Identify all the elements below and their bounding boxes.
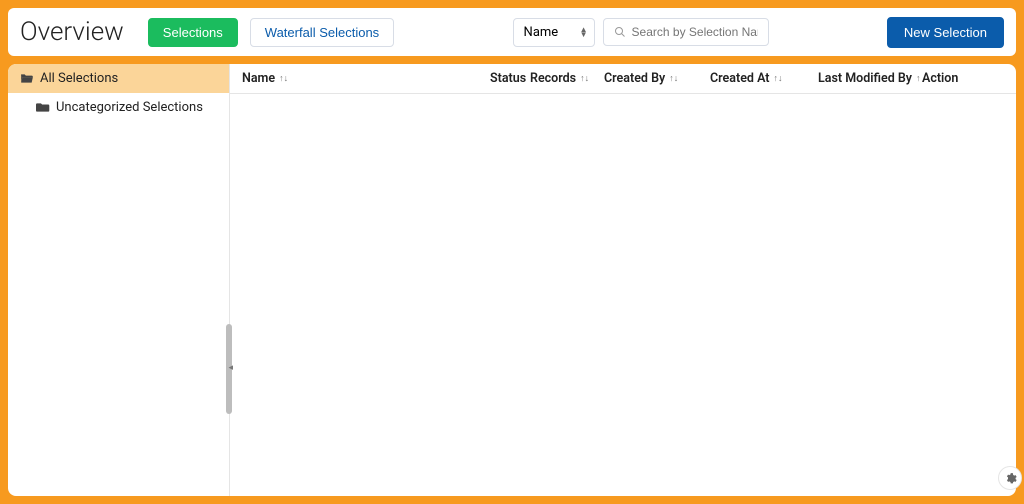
new-selection-button[interactable]: New Selection [887, 17, 1004, 48]
sort-icon: ↑ [916, 73, 921, 84]
sort-icon: ↑↓ [279, 73, 288, 84]
column-header-last-modified-by[interactable]: Last Modified By ↑ [818, 71, 922, 86]
sidebar-item-all-selections[interactable]: All Selections [8, 64, 229, 93]
page-title: Overview [20, 17, 124, 47]
select-arrows-icon: ▲▼ [580, 27, 588, 37]
filter-select-value: Name [524, 25, 559, 40]
column-label: Name [242, 71, 275, 86]
main-panel: All Selections Uncategorized Selections … [8, 64, 1016, 496]
sort-icon: ↑↓ [580, 73, 589, 84]
search-icon [614, 26, 626, 38]
content-area: Name ↑↓ Status Records ↑↓ Created By ↑↓ … [230, 64, 1016, 496]
filter-and-search-group: Name ▲▼ [513, 18, 769, 47]
sidebar: All Selections Uncategorized Selections … [8, 64, 230, 496]
filter-field-select[interactable]: Name ▲▼ [513, 18, 595, 47]
column-label: Created By [604, 71, 665, 86]
search-input-wrap[interactable] [603, 18, 769, 46]
folder-open-icon [20, 73, 34, 84]
sidebar-item-label: All Selections [40, 71, 118, 86]
column-header-created-by[interactable]: Created By ↑↓ [604, 71, 710, 86]
column-label: Action [922, 71, 958, 86]
column-label: Last Modified By [818, 71, 912, 86]
sort-icon: ↑↓ [774, 73, 783, 84]
sidebar-resize-handle[interactable]: ◂ [228, 366, 233, 370]
column-label: Status [490, 71, 526, 86]
sidebar-item-uncategorized[interactable]: Uncategorized Selections [8, 93, 229, 122]
column-header-created-at[interactable]: Created At ↑↓ [710, 71, 818, 86]
tab-selections[interactable]: Selections [148, 18, 238, 47]
tab-waterfall-selections[interactable]: Waterfall Selections [250, 18, 394, 47]
column-label: Records [530, 71, 576, 86]
gear-icon [1004, 472, 1017, 485]
sort-icon: ↑↓ [669, 73, 678, 84]
column-label: Created At [710, 71, 770, 86]
settings-gear-button[interactable] [998, 466, 1022, 490]
sidebar-item-label: Uncategorized Selections [56, 100, 203, 115]
table-header: Name ↑↓ Status Records ↑↓ Created By ↑↓ … [230, 64, 1016, 94]
search-input[interactable] [632, 25, 758, 39]
column-header-status[interactable]: Status [490, 71, 530, 86]
app-container: Overview Selections Waterfall Selections… [0, 0, 1024, 504]
column-header-name[interactable]: Name ↑↓ [242, 71, 490, 86]
column-header-records[interactable]: Records ↑↓ [530, 71, 604, 86]
header-bar: Overview Selections Waterfall Selections… [8, 8, 1016, 56]
column-header-action: Action [922, 71, 970, 86]
folder-icon [36, 102, 50, 113]
